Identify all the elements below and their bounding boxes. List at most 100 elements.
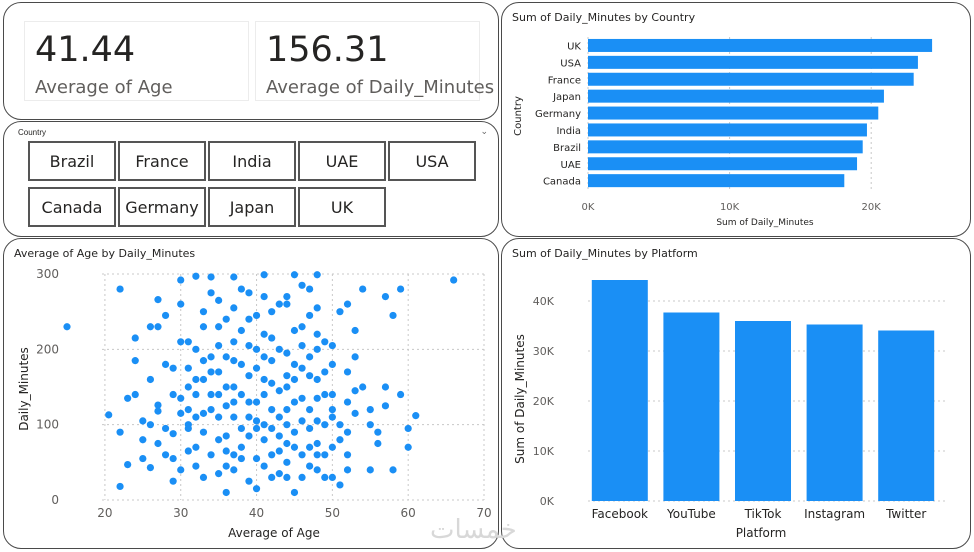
- scatter-point: [268, 334, 276, 342]
- scatter-point: [199, 428, 208, 436]
- scatter-point: [389, 311, 397, 320]
- scatter-point: [192, 272, 200, 280]
- scatter-point: [306, 311, 314, 320]
- kpi-value: 41.44: [35, 30, 136, 70]
- scatter-point: [298, 364, 306, 372]
- scatter-point: [139, 454, 147, 463]
- scatter-point: [298, 394, 306, 402]
- scatter-point: [306, 406, 314, 414]
- scatter-point: [283, 300, 291, 308]
- scatter-point: [252, 311, 261, 320]
- scatter-point: [230, 357, 238, 365]
- y-axis-title: Country: [513, 96, 524, 136]
- scatter-point: [404, 443, 412, 451]
- scatter-point: [230, 451, 238, 459]
- scatter-point: [154, 439, 162, 448]
- slicer-item-india[interactable]: India: [208, 141, 296, 181]
- bar-canada: [588, 174, 845, 188]
- slicer-item-uk[interactable]: UK: [298, 187, 386, 227]
- scatter-point: [245, 372, 253, 380]
- scatter-point: [351, 409, 359, 417]
- y-tick-label: 0: [51, 493, 59, 507]
- slicer-item-japan[interactable]: Japan: [208, 187, 296, 227]
- scatter-point: [161, 360, 170, 368]
- scatter-point: [252, 485, 261, 493]
- scatter-point: [336, 308, 344, 316]
- slicer-item-canada[interactable]: Canada: [28, 187, 116, 227]
- slicer-item-uae[interactable]: UAE: [298, 141, 386, 181]
- scatter-point: [192, 443, 200, 451]
- scatter-point: [298, 281, 306, 289]
- slicer-item-france[interactable]: France: [118, 141, 206, 181]
- scatter-point: [215, 341, 223, 350]
- x-tick-label: 40: [249, 506, 264, 520]
- scatter-point: [230, 383, 238, 391]
- scatter-point: [169, 364, 177, 372]
- chevron-down-icon[interactable]: ⌄: [480, 126, 488, 137]
- scatter-point: [366, 466, 374, 474]
- y-tick-label: 200: [36, 342, 59, 356]
- scatter-point: [313, 466, 321, 474]
- scatter-point: [306, 285, 314, 293]
- category-label: USA: [560, 58, 581, 69]
- scatter-point: [252, 364, 261, 372]
- x-axis-title: Sum of Daily_Minutes: [716, 218, 814, 228]
- scatter-point: [215, 368, 223, 376]
- scatter-point: [306, 443, 314, 451]
- scatter-point: [260, 390, 268, 399]
- slicer-item-usa[interactable]: USA: [388, 141, 476, 181]
- scatter-point: [245, 413, 253, 421]
- bar-uae: [588, 157, 858, 171]
- country-bar-chart: Sum of Daily_Minutes by Country 0K 10K 20K…: [501, 2, 971, 237]
- scatter-point: [131, 334, 139, 342]
- scatter-point: [359, 285, 367, 293]
- scatter-point: [283, 439, 291, 448]
- scatter-point: [222, 447, 230, 455]
- scatter-point: [313, 330, 321, 338]
- scatter-point: [192, 375, 200, 384]
- scatter-point: [215, 323, 223, 331]
- category-label: France: [548, 75, 581, 86]
- scatter-point: [260, 353, 268, 361]
- slicer-item-brazil[interactable]: Brazil: [28, 141, 116, 181]
- scatter-point: [268, 379, 276, 387]
- scatter-point: [222, 432, 230, 440]
- scatter-point: [381, 293, 390, 301]
- scatter-point: [343, 398, 352, 406]
- scatter-point: [237, 424, 245, 433]
- slicer-title: Country: [18, 128, 47, 137]
- category-label: UAE: [561, 160, 581, 171]
- scatter-point: [139, 436, 147, 444]
- scatter-point: [306, 372, 314, 380]
- scatter-point: [116, 482, 124, 491]
- scatter-point: [184, 364, 192, 372]
- scatter-point: [313, 375, 321, 384]
- scatter-point: [116, 428, 124, 436]
- scatter-point: [306, 353, 314, 361]
- platform-bar-svg: 0K 10K 20K 30K 40K Facebook YouTube TikTok Insta…: [513, 280, 947, 540]
- scatter-point: [260, 271, 268, 279]
- slicer-item-germany[interactable]: Germany: [118, 187, 206, 227]
- y-tick-label: 30K: [533, 345, 555, 358]
- scatter-point: [321, 451, 329, 459]
- scatter-point: [397, 390, 405, 399]
- y-tick-label: 40K: [533, 295, 555, 308]
- y-axis-title: Daily_Minutes: [17, 347, 31, 431]
- scatter-point: [381, 383, 390, 391]
- category-label: India: [556, 126, 581, 137]
- category-label: Brazil: [553, 143, 581, 154]
- scatter-point: [275, 432, 283, 440]
- scatter-point: [161, 424, 170, 433]
- country-slicer: Country ⌄ Brazil France India UAE USA Ca…: [3, 121, 499, 237]
- scatter-point: [268, 308, 276, 316]
- scatter-point: [146, 464, 154, 472]
- bar-instagram: [806, 324, 863, 501]
- category-label: Canada: [543, 177, 581, 188]
- scatter-point: [321, 390, 329, 399]
- scatter-point: [116, 285, 124, 293]
- scatter-point: [260, 293, 268, 301]
- scatter-point: [336, 481, 344, 489]
- scatter-point: [343, 466, 352, 474]
- scatter-point: [275, 345, 283, 353]
- kpi-card-age: 41.44 Average of Age: [24, 21, 249, 101]
